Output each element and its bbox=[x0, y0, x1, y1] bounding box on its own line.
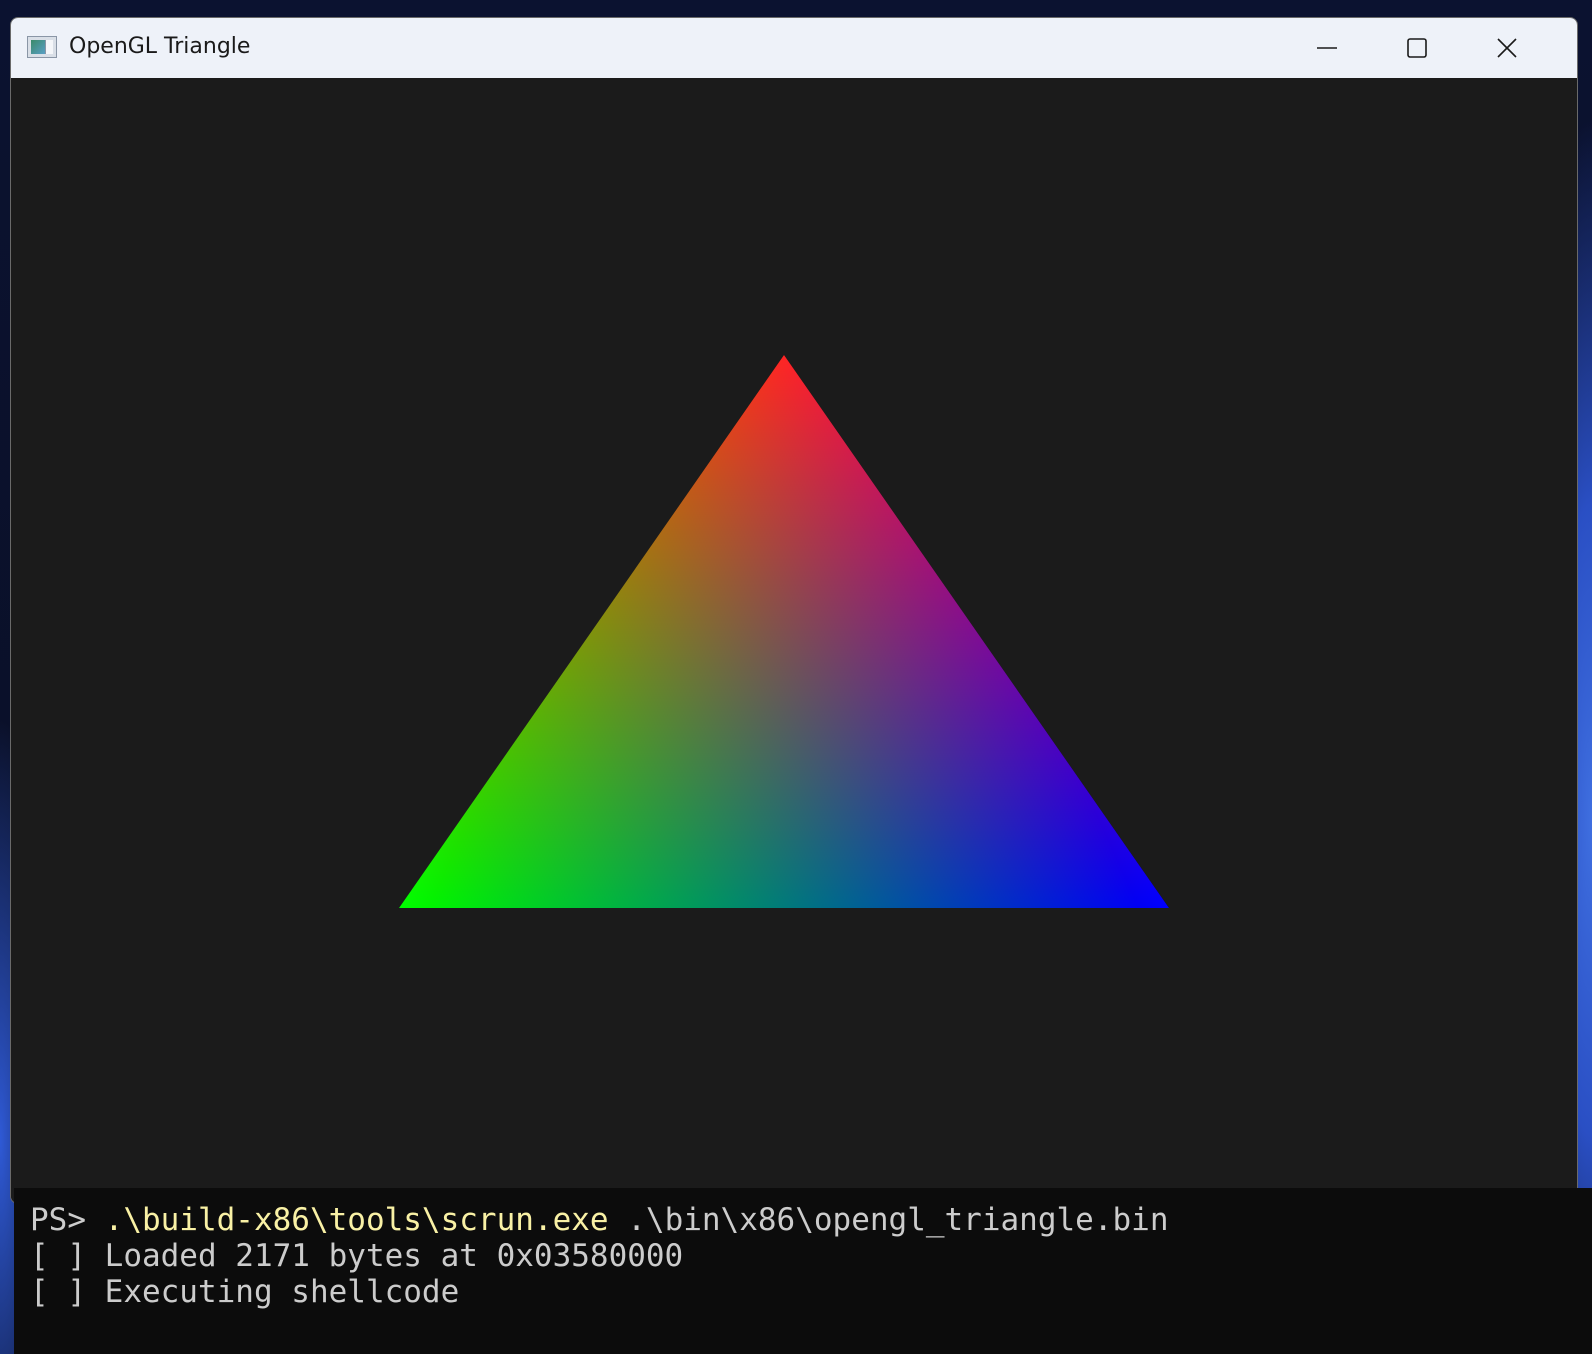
minimize-icon bbox=[1317, 47, 1337, 49]
terminal-output[interactable]: PS> .\build-x86\tools\scrun.exe .\bin\x8… bbox=[14, 1188, 1592, 1354]
output-line: [ ] Executing shellcode bbox=[30, 1274, 460, 1310]
rgb-triangle bbox=[399, 355, 1169, 908]
title-bar[interactable]: OpenGL Triangle bbox=[11, 18, 1577, 78]
close-button[interactable] bbox=[1462, 18, 1552, 78]
opengl-window[interactable]: OpenGL Triangle bbox=[10, 17, 1578, 1204]
maximize-icon bbox=[1407, 38, 1427, 58]
app-window-icon bbox=[27, 36, 57, 58]
opengl-canvas[interactable] bbox=[11, 78, 1577, 1203]
maximize-button[interactable] bbox=[1372, 18, 1462, 78]
command-argument: .\bin\x86\opengl_triangle.bin bbox=[608, 1202, 1169, 1238]
triangle-viewport bbox=[399, 355, 1169, 908]
command-line: PS> .\build-x86\tools\scrun.exe .\bin\x8… bbox=[30, 1202, 1592, 1238]
minimize-button[interactable] bbox=[1282, 18, 1372, 78]
close-icon bbox=[1497, 38, 1517, 58]
prompt: PS> bbox=[30, 1202, 105, 1238]
command-text: .\build-x86\tools\scrun.exe bbox=[104, 1202, 609, 1238]
window-title: OpenGL Triangle bbox=[69, 34, 251, 59]
output-line: [ ] Loaded 2171 bytes at 0x03580000 bbox=[30, 1238, 684, 1274]
